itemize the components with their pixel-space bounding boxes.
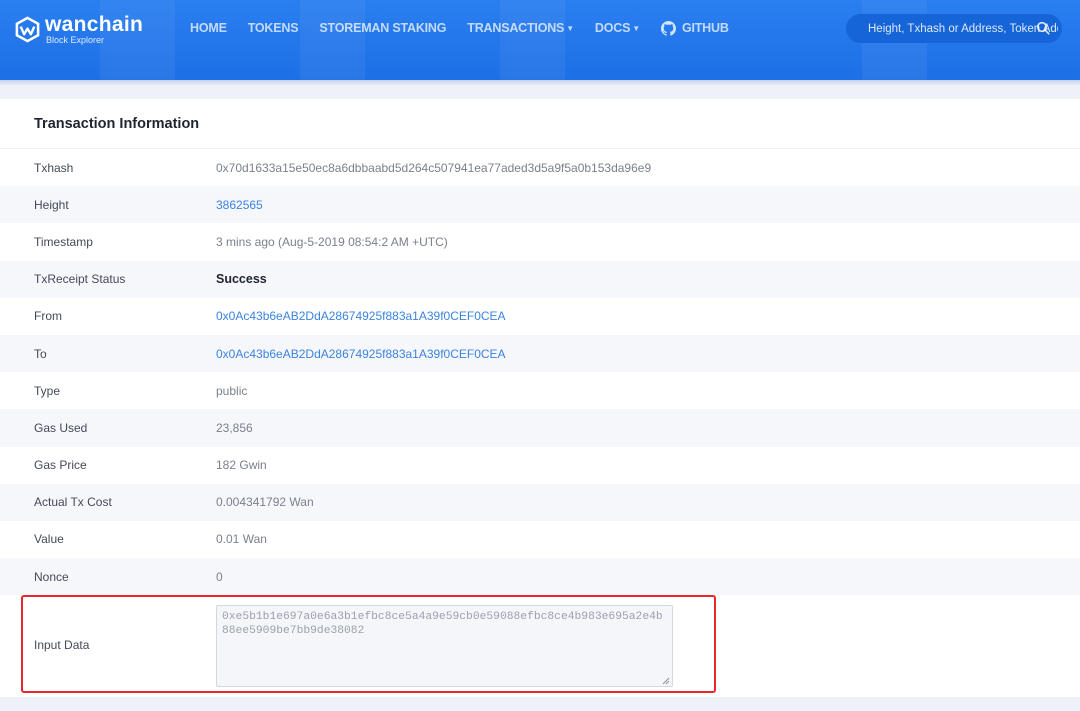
detail-row-to: To 0x0Ac43b6eAB2DdA28674925f883a1A39f0CE…: [0, 334, 1080, 373]
header-decoration: [300, 0, 365, 80]
nonce-label: Nonce: [34, 569, 69, 584]
header-shadow: [0, 80, 1080, 86]
timestamp-label: Timestamp: [34, 234, 93, 249]
detail-row-status: TxReceipt Status Success: [0, 260, 1080, 298]
brand-subtitle: Block Explorer: [46, 34, 105, 45]
detail-row-input-data: Input Data 0xe5b1b1e697a0e6a3b1efbc8ce5a…: [0, 595, 1080, 696]
nav-tokens[interactable]: TOKENS: [248, 21, 299, 35]
type-value: public: [216, 383, 248, 398]
detail-row-value: Value 0.01 Wan: [0, 521, 1080, 558]
to-address-link[interactable]: 0x0Ac43b6eAB2DdA28674925f883a1A39f0CEF0C…: [216, 347, 506, 361]
value-amount: 0.01 Wan: [216, 532, 267, 547]
timestamp-value: 3 mins ago (Aug-5-2019 08:54:2 AM +UTC): [216, 234, 448, 249]
height-link[interactable]: 3862565: [216, 198, 263, 212]
main-nav: HOME TOKENS STOREMAN STAKING TRANSACTION…: [190, 20, 750, 36]
gas-used-label: Gas Used: [34, 420, 88, 435]
nav-github[interactable]: GITHUB: [660, 20, 729, 36]
nav-transactions-label: TRANSACTIONS: [467, 21, 565, 35]
search-bar: [846, 14, 1062, 43]
detail-row-type: Type public: [0, 372, 1080, 409]
card-title: Transaction Information: [0, 99, 1080, 149]
search-icon[interactable]: [1036, 21, 1050, 35]
to-label: To: [34, 346, 47, 361]
detail-row-from: From 0x0Ac43b6eAB2DdA28674925f883a1A39f0…: [0, 298, 1080, 335]
detail-row-nonce: Nonce 0: [0, 558, 1080, 596]
nav-home[interactable]: HOME: [190, 21, 227, 35]
top-navbar: wanchain Block Explorer HOME TOKENS STOR…: [0, 0, 1080, 80]
detail-row-timestamp: Timestamp 3 mins ago (Aug-5-2019 08:54:2…: [0, 223, 1080, 260]
detail-row-gas-used: Gas Used 23,856: [0, 409, 1080, 447]
value-label: Value: [34, 532, 64, 547]
chevron-down-icon: ▼: [566, 23, 574, 33]
nav-docs[interactable]: DOCS ▼: [595, 21, 640, 35]
header-decoration: [500, 0, 565, 80]
input-data-textarea[interactable]: 0xe5b1b1e697a0e6a3b1efbc8ce5a4a9e59cb0e5…: [216, 605, 673, 688]
brand-logo[interactable]: wanchain Block Explorer: [14, 12, 143, 46]
brand-name: wanchain: [45, 12, 144, 36]
height-label: Height: [34, 197, 69, 212]
from-address-link[interactable]: 0x0Ac43b6eAB2DdA28674925f883a1A39f0CEF0C…: [216, 309, 506, 323]
detail-row-height: Height 3862565: [0, 186, 1080, 224]
detail-row-tx-cost: Actual Tx Cost 0.004341792 Wan: [0, 483, 1080, 521]
resize-grip-icon[interactable]: [660, 675, 670, 685]
gas-price-value: 182 Gwin: [216, 458, 267, 473]
chevron-down-icon: ▼: [632, 23, 640, 33]
txhash-value: 0x70d1633a15e50ec8a6dbbaabd5d264c507941e…: [216, 160, 652, 175]
txhash-label: Txhash: [34, 160, 74, 175]
nav-github-label: GITHUB: [681, 21, 729, 35]
nav-docs-label: DOCS: [594, 21, 631, 35]
input-data-label: Input Data: [34, 638, 90, 653]
from-label: From: [34, 309, 62, 324]
detail-row-gas-price: Gas Price 182 Gwin: [0, 447, 1080, 484]
nav-transactions[interactable]: TRANSACTIONS ▼: [467, 21, 574, 35]
wanchain-logo-icon: [15, 16, 40, 42]
status-label: TxReceipt Status: [34, 272, 126, 287]
page-footer-strip: [0, 697, 1080, 711]
gas-used-value: 23,856: [216, 420, 253, 435]
detail-row-txhash: Txhash 0x70d1633a15e50ec8a6dbbaabd5d264c…: [0, 149, 1080, 186]
nav-storeman-staking[interactable]: STOREMAN STAKING: [319, 21, 446, 35]
search-input[interactable]: [868, 22, 1058, 35]
nonce-value: 0: [216, 569, 223, 584]
github-icon: [660, 20, 676, 36]
transaction-info-card: Transaction Information Txhash 0x70d1633…: [0, 99, 1080, 697]
gas-price-label: Gas Price: [34, 458, 87, 473]
tx-cost-label: Actual Tx Cost: [34, 495, 112, 510]
tx-cost-value: 0.004341792 Wan: [216, 495, 314, 510]
status-value: Success: [216, 272, 267, 287]
type-label: Type: [34, 383, 61, 398]
